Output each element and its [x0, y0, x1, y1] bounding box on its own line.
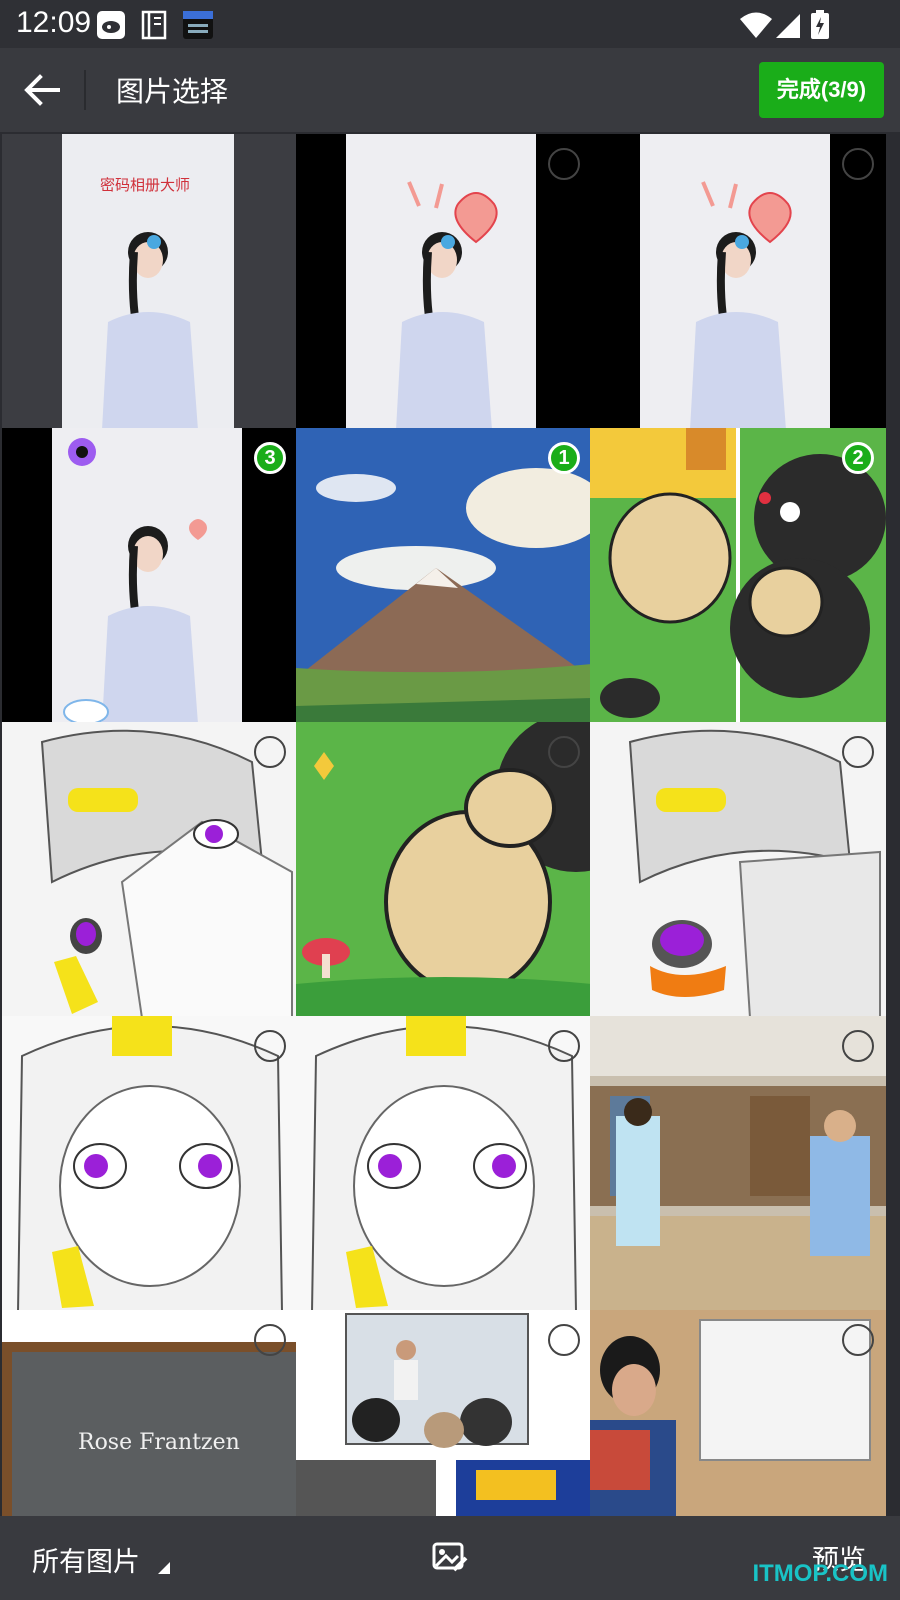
photo-classroom[interactable] — [296, 1310, 592, 1516]
photo-sketch-paint[interactable] — [590, 722, 886, 1018]
calendar-icon — [182, 10, 214, 40]
sina-icon — [96, 10, 126, 40]
photo-chalkboard[interactable]: Rose Frantzen — [2, 1310, 298, 1516]
dropdown-triangle-icon[interactable] — [158, 1562, 170, 1574]
chalkboard-caption: Rose Frantzen — [78, 1430, 240, 1455]
sim-icon — [140, 10, 168, 40]
done-button[interactable]: 完成(3/9) — [759, 62, 884, 118]
photo-portrait-flower[interactable]: 3 — [2, 428, 298, 724]
photo-cartoon-dog[interactable] — [296, 722, 592, 1018]
album-caption: 密码相册大师 — [100, 176, 191, 194]
select-circle[interactable] — [254, 1030, 286, 1062]
photo-anime-girl-1[interactable] — [2, 1016, 298, 1312]
watermark: ITMOP.COM — [752, 1560, 888, 1587]
photo-sketch-girl[interactable] — [2, 722, 298, 1018]
image-edit-icon[interactable] — [432, 1540, 468, 1576]
selected-badge[interactable]: 3 — [254, 442, 286, 474]
photo-cartoon-dogs[interactable]: 2 — [590, 428, 886, 724]
select-circle[interactable] — [548, 1030, 580, 1062]
photo-library[interactable] — [590, 1016, 886, 1312]
selected-badge[interactable]: 1 — [548, 442, 580, 474]
battery-icon — [810, 10, 830, 40]
photo-grid: 密码相册大师 3 1 2 Rose Frantzen — [0, 134, 900, 1516]
status-time: 12:09 — [16, 6, 92, 39]
photo-portrait-album[interactable]: 密码相册大师 — [2, 134, 298, 430]
photo-mountain[interactable]: 1 — [296, 428, 592, 724]
back-arrow-icon[interactable] — [20, 68, 64, 112]
wifi-icon — [738, 10, 774, 40]
signal-icon — [774, 10, 802, 40]
status-bar: 12:09 — [0, 0, 900, 48]
album-selector[interactable]: 所有图片 — [32, 1540, 140, 1579]
select-circle[interactable] — [842, 1324, 874, 1356]
select-circle[interactable] — [842, 1030, 874, 1062]
appbar-divider — [84, 70, 86, 110]
select-circle[interactable] — [254, 1324, 286, 1356]
select-circle[interactable] — [548, 736, 580, 768]
select-circle[interactable] — [548, 148, 580, 180]
app-bar: 图片选择 完成(3/9) — [0, 48, 900, 132]
photo-anime-girl-2[interactable] — [296, 1016, 592, 1312]
photo-portrait-heart-2[interactable] — [590, 134, 886, 430]
select-circle[interactable] — [842, 736, 874, 768]
photo-whiteboard[interactable] — [590, 1310, 886, 1516]
selected-badge[interactable]: 2 — [842, 442, 874, 474]
select-circle[interactable] — [842, 148, 874, 180]
page-title: 图片选择 — [116, 75, 229, 108]
photo-portrait-heart-1[interactable] — [296, 134, 592, 430]
select-circle[interactable] — [548, 1324, 580, 1356]
select-circle[interactable] — [254, 736, 286, 768]
